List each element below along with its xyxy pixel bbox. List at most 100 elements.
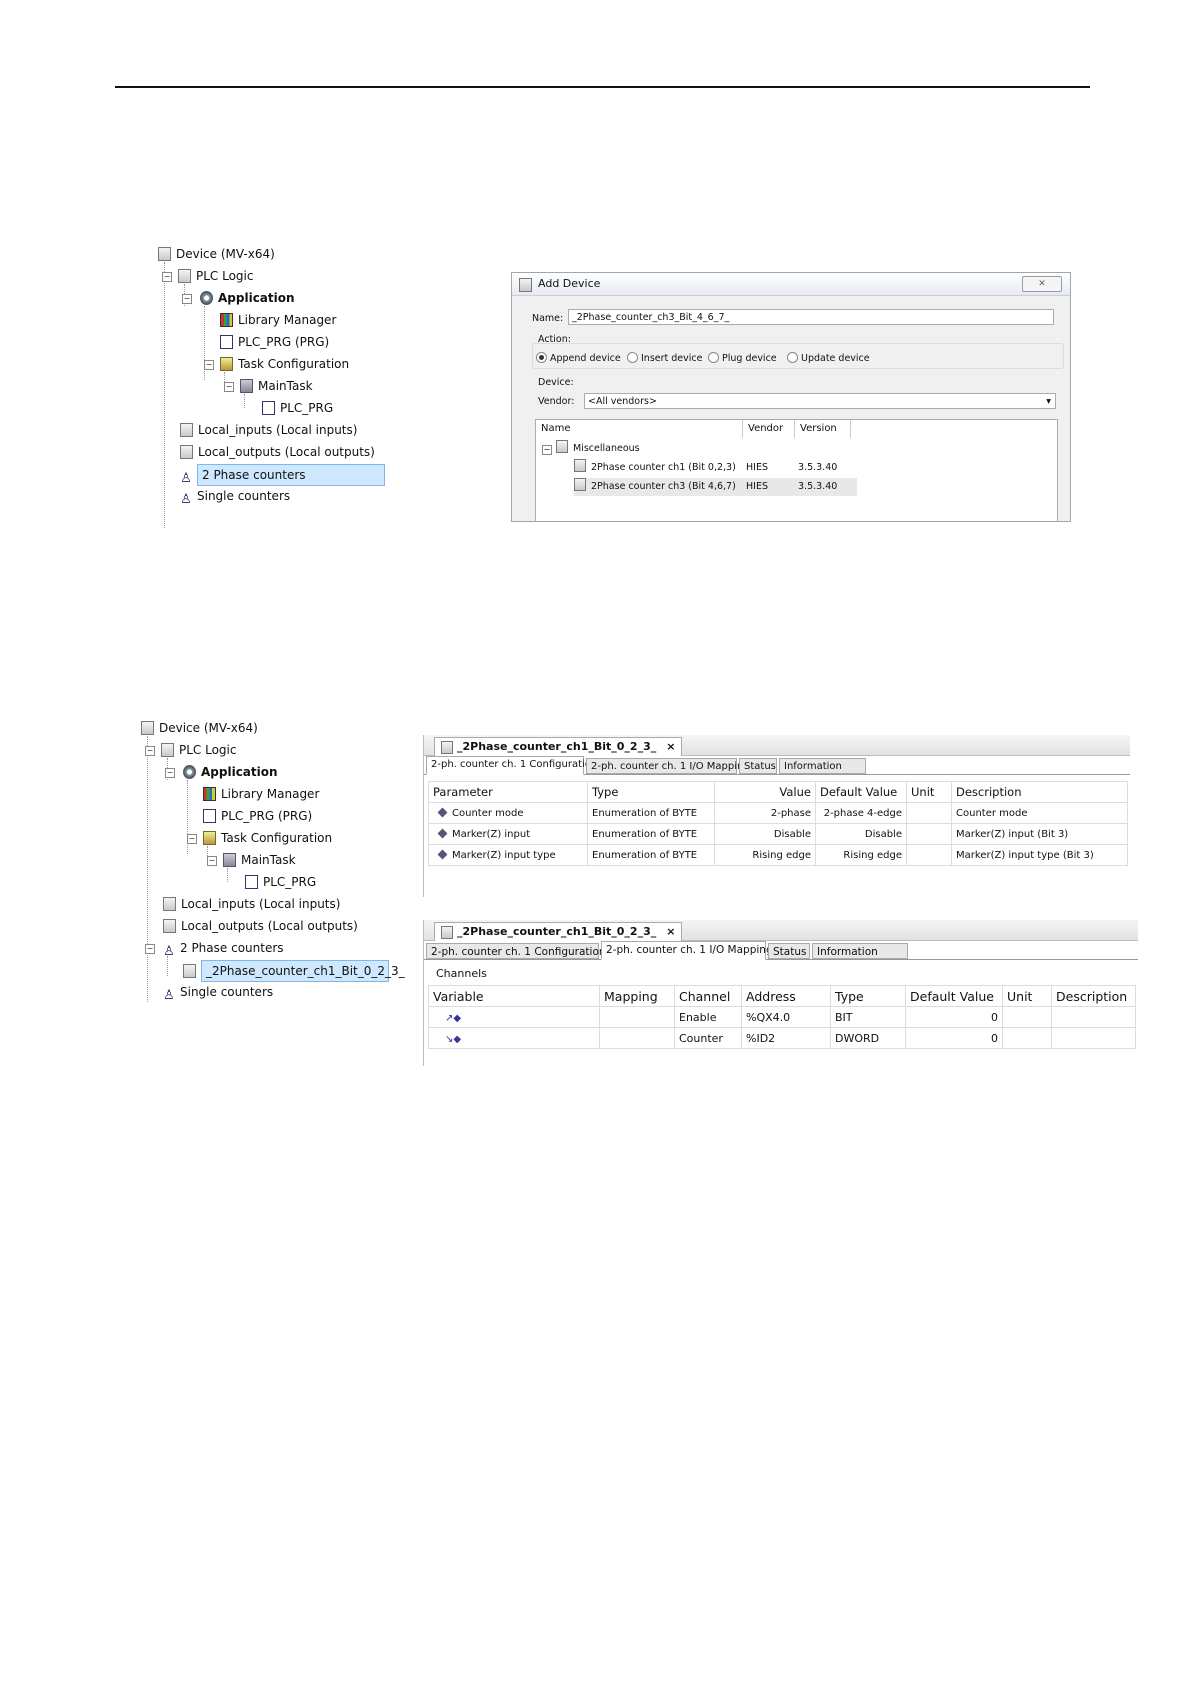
tree-item-plc-logic[interactable]: PLC Logic: [178, 266, 253, 286]
column-mapping[interactable]: Mapping: [599, 985, 675, 1007]
device-label: Device:: [538, 377, 574, 388]
tree-item-application[interactable]: Application: [200, 288, 295, 308]
tab-io-mapping[interactable]: 2-ph. counter ch. 1 I/O Mapping: [586, 758, 750, 774]
collapse-icon[interactable]: −: [187, 834, 197, 844]
collapse-icon[interactable]: −: [207, 856, 217, 866]
program-call-icon: [262, 401, 275, 415]
column-channel[interactable]: Channel: [674, 985, 742, 1007]
tree-item-2-phase-counters[interactable]: ♙ 2 Phase counters: [180, 464, 385, 486]
column-parameter[interactable]: Parameter: [428, 781, 588, 803]
device-list: Name Vendor Version − Miscellaneous 2Pha…: [535, 419, 1058, 521]
add-device-dialog: Add Device ✕ Name: _2Phase_counter_ch3_B…: [511, 272, 1071, 522]
tree-item-plc-prg-call[interactable]: PLC_PRG: [262, 398, 333, 418]
table-row[interactable]: ↘◆ Counter %ID2 DWORD 0: [428, 1027, 1136, 1049]
column-version[interactable]: Version: [795, 420, 851, 438]
column-type[interactable]: Type: [587, 781, 715, 803]
counter-icon: ♙: [180, 471, 192, 486]
collapse-icon[interactable]: −: [182, 294, 192, 304]
tree-item-single-counters[interactable]: ♙ Single counters: [163, 982, 273, 1003]
name-input[interactable]: _2Phase_counter_ch3_Bit_4_6_7_: [568, 309, 1054, 325]
tree-item-application[interactable]: Application: [183, 762, 278, 782]
tree-item-library-manager[interactable]: Library Manager: [203, 784, 319, 804]
tree-item-plc-prg[interactable]: PLC_PRG (PRG): [203, 806, 312, 826]
chevron-down-icon: ▾: [1046, 396, 1051, 407]
vendor-label: Vendor:: [538, 396, 575, 407]
insert-device-radio[interactable]: Insert device: [627, 352, 702, 364]
collapse-icon[interactable]: −: [224, 382, 234, 392]
collapse-icon[interactable]: −: [165, 768, 175, 778]
tab-configuration[interactable]: 2-ph. counter ch. 1 Configuration: [426, 943, 606, 959]
collapse-icon[interactable]: −: [542, 445, 552, 455]
device-icon: [180, 445, 193, 459]
tab-status[interactable]: Status: [768, 943, 810, 959]
tab-configuration[interactable]: 2-ph. counter ch. 1 Configuration: [426, 756, 597, 775]
column-description[interactable]: Description: [1051, 985, 1136, 1007]
update-device-radio[interactable]: Update device: [787, 352, 870, 364]
tree-item-plc-prg-call[interactable]: PLC_PRG: [245, 872, 316, 892]
column-unit[interactable]: Unit: [906, 781, 952, 803]
column-default-value[interactable]: Default Value: [905, 985, 1003, 1007]
tab-status[interactable]: Status: [739, 758, 777, 774]
output-channel-icon: ↗◆: [445, 1012, 462, 1024]
tree-item-single-counters[interactable]: ♙ Single counters: [180, 486, 290, 507]
column-name[interactable]: Name: [536, 420, 743, 438]
tree-item-plc-logic[interactable]: PLC Logic: [161, 740, 236, 760]
device-icon: [180, 423, 193, 437]
column-unit[interactable]: Unit: [1002, 985, 1052, 1007]
tree-item-plc-prg[interactable]: PLC_PRG (PRG): [220, 332, 329, 352]
tree-item-local-outputs[interactable]: Local_outputs (Local outputs): [180, 442, 375, 462]
list-item-selected[interactable]: 2Phase counter ch3 (Bit 4,6,7) HIES 3.5.3.…: [574, 478, 857, 496]
tree-item-device[interactable]: Device (MV-x64): [141, 718, 258, 738]
append-device-radio[interactable]: Append device: [536, 352, 621, 364]
device-icon: [141, 721, 154, 735]
column-address[interactable]: Address: [741, 985, 831, 1007]
tab-information[interactable]: Information: [812, 943, 908, 959]
program-call-icon: [245, 875, 258, 889]
table-row[interactable]: Marker(Z) input type Enumeration of BYTE…: [428, 844, 1128, 866]
collapse-icon[interactable]: −: [204, 360, 214, 370]
column-value[interactable]: Value: [714, 781, 816, 803]
program-icon: [220, 335, 233, 349]
tree-item-task-configuration[interactable]: Task Configuration: [203, 828, 332, 848]
tree-item-task-configuration[interactable]: Task Configuration: [220, 354, 349, 374]
task-config-icon: [220, 357, 233, 371]
table-row[interactable]: ↗◆ Enable %QX4.0 BIT 0: [428, 1006, 1136, 1028]
tree-item-local-outputs[interactable]: Local_outputs (Local outputs): [163, 916, 358, 936]
tree-item-2-phase-counters[interactable]: ♙ 2 Phase counters: [163, 938, 283, 959]
tree-item-local-inputs[interactable]: Local_inputs (Local inputs): [163, 894, 340, 914]
tab-information[interactable]: Information: [779, 758, 866, 774]
tree-item-device[interactable]: Device (MV-x64): [158, 244, 275, 264]
collapse-icon[interactable]: −: [145, 746, 155, 756]
vendor-select[interactable]: <All vendors> ▾: [584, 393, 1056, 409]
tree-item-maintask[interactable]: MainTask: [240, 376, 313, 396]
table-row[interactable]: Marker(Z) input Enumeration of BYTE Disa…: [428, 823, 1128, 845]
table-row[interactable]: Counter mode Enumeration of BYTE 2-phase…: [428, 802, 1128, 824]
counter-icon: ♙: [163, 988, 175, 1003]
tab-io-mapping[interactable]: 2-ph. counter ch. 1 I/O Mapping: [601, 941, 773, 960]
column-vendor[interactable]: Vendor: [743, 420, 795, 438]
collapse-icon[interactable]: −: [162, 272, 172, 282]
task-icon: [223, 853, 236, 867]
device-icon: [163, 919, 176, 933]
counter-icon: ♙: [163, 944, 175, 959]
close-icon[interactable]: ×: [666, 740, 675, 753]
close-icon[interactable]: ✕: [1022, 276, 1062, 292]
tree-item-local-inputs[interactable]: Local_inputs (Local inputs): [180, 420, 357, 440]
column-variable[interactable]: Variable: [428, 985, 600, 1007]
close-icon[interactable]: ×: [666, 925, 675, 938]
tree-item-library-manager[interactable]: Library Manager: [220, 310, 336, 330]
column-description[interactable]: Description: [951, 781, 1128, 803]
document-tab[interactable]: _2Phase_counter_ch1_Bit_0_2_3_ ×: [434, 922, 683, 941]
tree-item-maintask[interactable]: MainTask: [223, 850, 296, 870]
name-label: Name:: [532, 313, 564, 324]
plug-device-radio[interactable]: Plug device: [708, 352, 777, 364]
column-type[interactable]: Type: [830, 985, 906, 1007]
list-item[interactable]: 2Phase counter ch1 (Bit 0,2,3) HIES 3.5.3.…: [574, 459, 854, 477]
collapse-icon[interactable]: −: [145, 944, 155, 954]
device-icon: [163, 897, 176, 911]
list-group-miscellaneous[interactable]: Miscellaneous: [556, 440, 640, 458]
tree-item-2phase-counter-ch1[interactable]: _2Phase_counter_ch1_Bit_0_2_3_: [183, 960, 405, 982]
program-icon: [203, 809, 216, 823]
column-default-value[interactable]: Default Value: [815, 781, 907, 803]
document-tab[interactable]: _2Phase_counter_ch1_Bit_0_2_3_ ×: [434, 737, 683, 756]
